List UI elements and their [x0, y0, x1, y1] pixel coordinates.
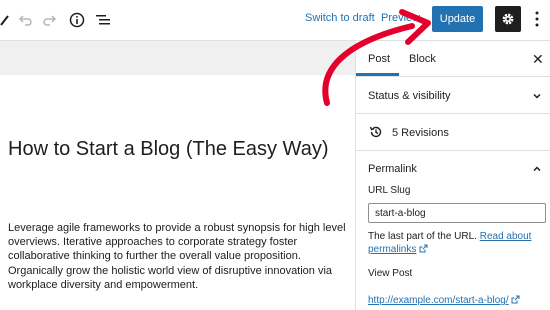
permalink-help-text: The last part of the URL. Read about per…	[368, 230, 546, 256]
view-post-label: View Post	[368, 268, 413, 279]
url-slug-label: URL Slug	[368, 185, 411, 196]
info-icon[interactable]	[68, 10, 86, 30]
post-title[interactable]: How to Start a Blog (The Easy Way)	[8, 134, 348, 165]
external-link-icon	[419, 244, 428, 253]
view-post-url[interactable]: http://example.com/start-a-blog/	[368, 295, 520, 306]
settings-sidebar: Post Block ✕ Status & visibility 5 Revis…	[355, 41, 550, 310]
url-slug-input[interactable]	[368, 203, 546, 223]
undo-icon[interactable]	[17, 10, 33, 30]
status-visibility-label: Status & visibility	[368, 90, 451, 102]
revisions-link[interactable]: 5 Revisions	[392, 127, 449, 139]
tab-block[interactable]: Block	[409, 53, 436, 65]
revisions-icon	[369, 126, 382, 138]
switch-to-draft-button[interactable]: Switch to draft	[305, 12, 375, 24]
redo-icon[interactable]	[42, 10, 58, 30]
revisions-panel[interactable]: 5 Revisions	[356, 114, 550, 151]
editor-top-strip	[0, 41, 355, 75]
active-tab-indicator	[356, 73, 399, 76]
list-view-icon[interactable]	[94, 10, 112, 30]
view-post-link[interactable]: http://example.com/start-a-blog/	[368, 295, 509, 306]
update-button[interactable]: Update	[432, 6, 483, 32]
status-visibility-panel[interactable]: Status & visibility	[356, 77, 550, 114]
chevron-up-icon[interactable]	[532, 164, 542, 174]
top-toolbar: Switch to draft Preview Update	[0, 0, 550, 41]
external-link-icon	[511, 295, 520, 304]
gear-icon	[502, 13, 514, 25]
preview-button[interactable]: Preview	[381, 12, 420, 24]
permalink-heading[interactable]: Permalink	[368, 163, 417, 175]
chevron-down-icon	[533, 93, 541, 99]
more-options-icon[interactable]	[530, 8, 544, 30]
edit-icon[interactable]	[0, 10, 10, 30]
close-icon[interactable]: ✕	[532, 51, 544, 68]
permalink-help-prefix: The last part of the URL.	[368, 231, 477, 242]
settings-button[interactable]	[495, 6, 521, 32]
post-paragraph[interactable]: Leverage agile frameworks to provide a r…	[8, 221, 348, 292]
tab-post[interactable]: Post	[368, 53, 390, 65]
sidebar-tabs: Post Block ✕	[356, 41, 550, 77]
